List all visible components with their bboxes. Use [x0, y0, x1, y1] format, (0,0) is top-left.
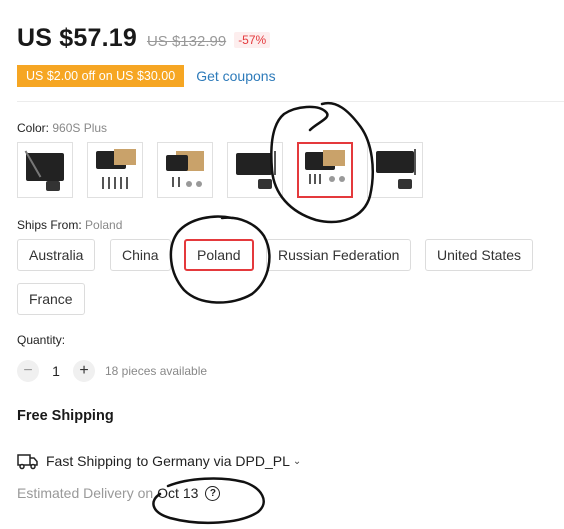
- quantity-stepper: − 1 + 18 pieces available: [17, 360, 207, 382]
- free-shipping-heading: Free Shipping: [17, 408, 114, 424]
- estimated-delivery-label: Estimated Delivery on: [17, 485, 154, 501]
- color-option-6[interactable]: [367, 142, 423, 198]
- ship-option-france[interactable]: France: [17, 283, 85, 315]
- color-options: [17, 142, 437, 198]
- ships-from-value: Poland: [85, 218, 123, 232]
- color-option-2[interactable]: [87, 142, 143, 198]
- ship-option-australia[interactable]: Australia: [17, 239, 96, 271]
- help-circle-icon[interactable]: ?: [205, 485, 221, 501]
- ship-option-united-states[interactable]: United States: [425, 239, 534, 271]
- pieces-available: 18 pieces available: [105, 364, 208, 378]
- decrease-quantity-button[interactable]: −: [17, 360, 39, 382]
- divider: [17, 101, 564, 102]
- quantity-value[interactable]: 1: [39, 363, 73, 379]
- coupon-row: US $2.00 off on US $30.00 Get coupons: [13, 65, 276, 87]
- color-value: 960S Plus: [52, 121, 108, 135]
- current-price: US $57.19: [17, 24, 137, 52]
- ship-option-china[interactable]: China: [110, 239, 171, 271]
- color-option-3[interactable]: [157, 142, 213, 198]
- color-option-4[interactable]: [227, 142, 283, 198]
- color-option-1[interactable]: [17, 142, 73, 198]
- discount-badge: -57%: [234, 32, 271, 48]
- ship-option-poland[interactable]: Poland: [184, 239, 254, 271]
- ships-from-label: Ships From: Poland: [17, 218, 123, 232]
- quantity-label: Quantity:: [17, 333, 66, 347]
- original-price: US $132.99: [146, 33, 227, 50]
- shipping-method: Fast Shipping: [46, 453, 132, 469]
- get-coupons-link[interactable]: Get coupons: [196, 68, 275, 84]
- chevron-down-icon[interactable]: ⌄: [293, 456, 301, 467]
- shipping-destination[interactable]: to Germany via DPD_PL: [137, 453, 290, 469]
- estimated-delivery-date: Oct 13: [157, 485, 199, 501]
- ship-option-russian-federation[interactable]: Russian Federation: [266, 239, 412, 271]
- estimated-delivery: Estimated Delivery on Oct 13 ?: [17, 485, 221, 501]
- truck-icon: [17, 454, 38, 470]
- shipping-method-row[interactable]: Fast Shipping to Germany via DPD_PL ⌄: [17, 452, 301, 470]
- coupon-badge: US $2.00 off on US $30.00: [13, 65, 185, 87]
- color-label: Color: 960S Plus: [17, 121, 108, 135]
- increase-quantity-button[interactable]: +: [73, 360, 95, 382]
- color-option-5[interactable]: [297, 142, 353, 198]
- price-row: US $57.19 US $132.99 -57%: [17, 24, 271, 53]
